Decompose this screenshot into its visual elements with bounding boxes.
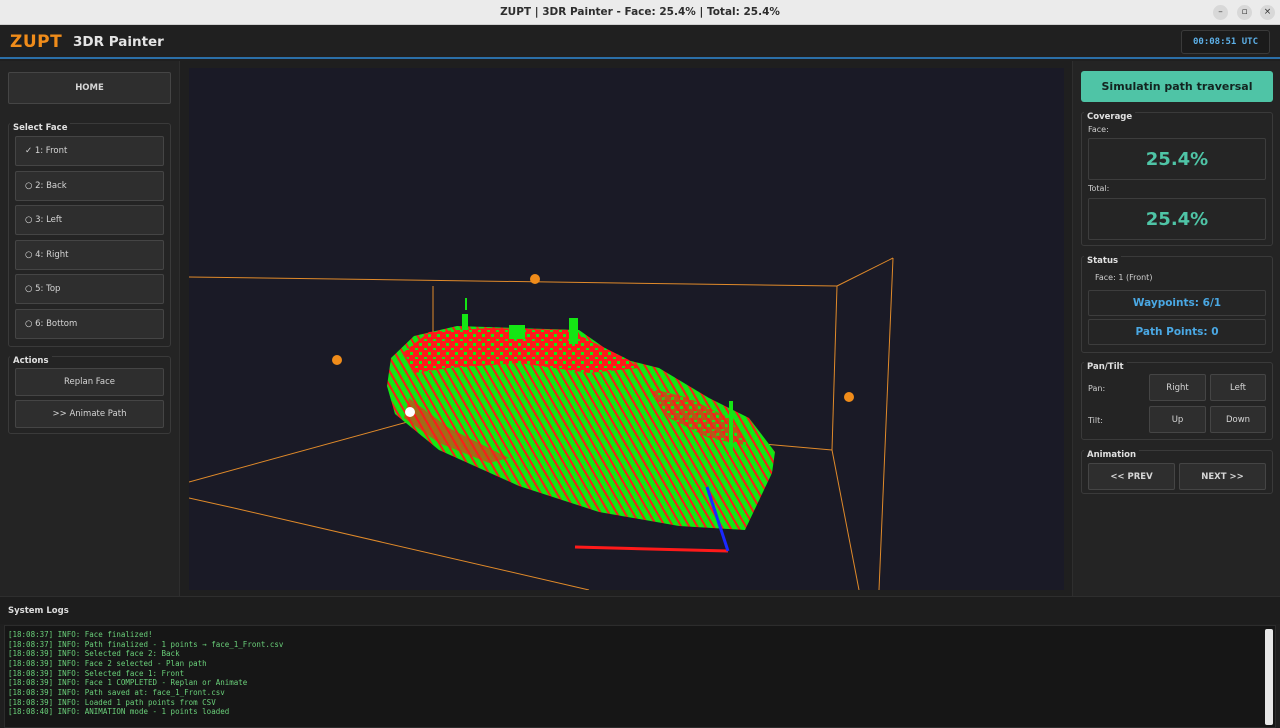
3d-viewport[interactable] [189, 68, 1064, 590]
waypoint-marker[interactable] [332, 355, 342, 365]
pantilt-title: Pan/Tilt [1084, 362, 1127, 372]
left-panel: HOME Select Face ✓ 1: Front ○ 2: Back ○ … [0, 61, 180, 596]
face-right-button[interactable]: ○ 4: Right [15, 240, 164, 270]
log-line: [18:08:37] INFO: Path finalized - 1 poin… [8, 640, 284, 649]
window-title: ZUPT | 3DR Painter - Face: 25.4% | Total… [500, 6, 780, 18]
close-icon[interactable]: × [1260, 5, 1275, 20]
waypoint-marker[interactable] [530, 274, 540, 284]
app-title: 3DR Painter [73, 34, 164, 50]
select-face-title: Select Face [10, 123, 71, 133]
next-button[interactable]: NEXT >> [1179, 463, 1266, 490]
right-panel: Simulatin path traversal Coverage Face: … [1072, 61, 1280, 596]
face-front-button[interactable]: ✓ 1: Front [15, 136, 164, 166]
pan-label: Pan: [1088, 384, 1106, 393]
simulate-path-button[interactable]: Simulatin path traversal [1081, 71, 1273, 102]
pan-right-button[interactable]: Right [1149, 374, 1206, 401]
home-button[interactable]: HOME [8, 72, 171, 104]
face-coverage-box: 25.4% [1088, 138, 1266, 180]
total-coverage-value: 25.4% [1145, 208, 1209, 230]
actions-title: Actions [10, 356, 52, 366]
animation-title: Animation [1084, 450, 1140, 460]
log-line: [18:08:39] INFO: Selected face 1: Front [8, 669, 185, 678]
system-logs-header: System Logs [0, 596, 1280, 624]
restore-icon[interactable]: ▫ [1237, 5, 1252, 20]
log-line: [18:08:39] INFO: Selected face 2: Back [8, 649, 180, 658]
window-titlebar: ZUPT | 3DR Painter - Face: 25.4% | Total… [0, 0, 1280, 25]
status-face-text: Face: 1 (Front) [1095, 273, 1153, 282]
minimize-icon[interactable]: – [1213, 5, 1228, 20]
log-scrollbar[interactable] [1265, 629, 1273, 725]
utc-clock: 00:08:51 UTC [1181, 30, 1270, 54]
status-title: Status [1084, 256, 1122, 266]
app-logo: ZUPT [10, 32, 63, 52]
path-points-box: Path Points: 0 [1088, 319, 1266, 345]
face-coverage-value: 25.4% [1145, 148, 1209, 170]
pan-left-button[interactable]: Left [1210, 374, 1266, 401]
log-line: [18:08:39] INFO: Path saved at: face_1_F… [8, 688, 225, 697]
waypoints-value: Waypoints: 6/1 [1132, 297, 1222, 309]
scene-canvas[interactable] [189, 68, 1064, 590]
coverage-title: Coverage [1084, 112, 1136, 122]
face-bottom-button[interactable]: ○ 6: Bottom [15, 309, 164, 339]
log-line: [18:08:39] INFO: Loaded 1 path points fr… [8, 698, 216, 707]
face-back-button[interactable]: ○ 2: Back [15, 171, 164, 201]
animate-path-button[interactable]: >> Animate Path [15, 400, 164, 428]
current-position-marker [405, 407, 415, 417]
face-left-button[interactable]: ○ 3: Left [15, 205, 164, 235]
x-axis-line [574, 545, 729, 553]
log-line: [18:08:39] INFO: Face 2 selected - Plan … [8, 659, 207, 668]
app-header: ZUPT 3DR Painter 00:08:51 UTC [0, 25, 1280, 59]
total-coverage-label: Total: [1088, 184, 1110, 193]
system-logs-panel[interactable]: [18:08:37] INFO: Face finalized! [18:08:… [4, 625, 1276, 728]
point-cloud [387, 298, 775, 530]
path-points-value: Path Points: 0 [1135, 326, 1219, 338]
tilt-up-button[interactable]: Up [1149, 406, 1206, 433]
log-line: [18:08:40] INFO: ANIMATION mode - 1 poin… [8, 707, 230, 716]
tilt-down-button[interactable]: Down [1210, 406, 1266, 433]
prev-button[interactable]: << PREV [1088, 463, 1175, 490]
system-logs-title: System Logs [8, 606, 69, 616]
total-coverage-box: 25.4% [1088, 198, 1266, 240]
replan-face-button[interactable]: Replan Face [15, 368, 164, 396]
face-top-button[interactable]: ○ 5: Top [15, 274, 164, 304]
log-line: [18:08:39] INFO: Face 1 COMPLETED - Repl… [8, 678, 248, 687]
waypoint-marker[interactable] [844, 392, 854, 402]
waypoints-box: Waypoints: 6/1 [1088, 290, 1266, 316]
face-coverage-label: Face: [1088, 125, 1109, 134]
log-line: [18:08:37] INFO: Face finalized! [8, 630, 153, 639]
tilt-label: Tilt: [1088, 416, 1103, 425]
